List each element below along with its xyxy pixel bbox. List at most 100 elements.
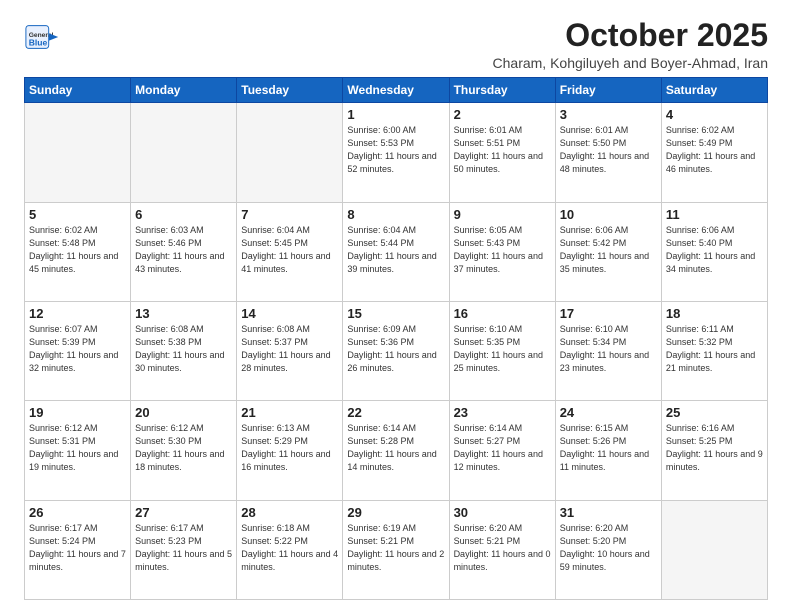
header-tuesday: Tuesday bbox=[237, 78, 343, 103]
table-row: 9 Sunrise: 6:05 AM Sunset: 5:43 PM Daylig… bbox=[449, 202, 555, 301]
table-row: 19Sunrise: 6:12 AM Sunset: 5:31 PM Dayli… bbox=[25, 401, 131, 500]
table-row: 3 Sunrise: 6:01 AM Sunset: 5:50 PM Daylig… bbox=[555, 103, 661, 202]
table-row: 27 Sunrise: 6:17 AM Sunset: 5:23 PM Dayli… bbox=[131, 500, 237, 599]
day-info: Sunrise: 6:01 AM Sunset: 5:50 PM Dayligh… bbox=[560, 124, 657, 176]
day-number: 21 bbox=[241, 405, 338, 420]
table-row: 5 Sunrise: 6:02 AM Sunset: 5:48 PM Daylig… bbox=[25, 202, 131, 301]
day-info: Sunrise: 6:07 AM Sunset: 5:39 PM Dayligh… bbox=[29, 323, 126, 375]
page: General Blue October 2025 Charam, Kohgil… bbox=[0, 0, 792, 612]
table-row bbox=[25, 103, 131, 202]
table-row: 29Sunrise: 6:19 AM Sunset: 5:21 PM Dayli… bbox=[343, 500, 449, 599]
day-number: 4 bbox=[666, 107, 763, 122]
table-row: 26 Sunrise: 6:17 AM Sunset: 5:24 PM Dayli… bbox=[25, 500, 131, 599]
day-number: 15 bbox=[347, 306, 444, 321]
day-info: Sunrise: 6:14 AM Sunset: 5:27 PM Dayligh… bbox=[454, 422, 551, 474]
table-row: 30Sunrise: 6:20 AM Sunset: 5:21 PM Dayli… bbox=[449, 500, 555, 599]
day-number: 27 bbox=[135, 505, 232, 520]
day-info: Sunrise: 6:08 AM Sunset: 5:38 PM Dayligh… bbox=[135, 323, 232, 375]
table-row: 21Sunrise: 6:13 AM Sunset: 5:29 PM Dayli… bbox=[237, 401, 343, 500]
day-info: Sunrise: 6:02 AM Sunset: 5:48 PM Dayligh… bbox=[29, 224, 126, 276]
calendar-table: Sunday Monday Tuesday Wednesday Thursday… bbox=[24, 77, 768, 600]
day-info: Sunrise: 6:19 AM Sunset: 5:21 PM Dayligh… bbox=[347, 522, 444, 574]
day-number: 2 bbox=[454, 107, 551, 122]
calendar-week-row: 19Sunrise: 6:12 AM Sunset: 5:31 PM Dayli… bbox=[25, 401, 768, 500]
svg-text:Blue: Blue bbox=[29, 38, 48, 48]
table-row bbox=[237, 103, 343, 202]
day-info: Sunrise: 6:16 AM Sunset: 5:25 PM Dayligh… bbox=[666, 422, 763, 474]
day-info: Sunrise: 6:10 AM Sunset: 5:34 PM Dayligh… bbox=[560, 323, 657, 375]
table-row: 12 Sunrise: 6:07 AM Sunset: 5:39 PM Dayli… bbox=[25, 301, 131, 400]
day-number: 20 bbox=[135, 405, 232, 420]
day-number: 9 bbox=[454, 207, 551, 222]
day-number: 24 bbox=[560, 405, 657, 420]
day-info: Sunrise: 6:20 AM Sunset: 5:20 PM Dayligh… bbox=[560, 522, 657, 574]
day-info: Sunrise: 6:11 AM Sunset: 5:32 PM Dayligh… bbox=[666, 323, 763, 375]
table-row: 13 Sunrise: 6:08 AM Sunset: 5:38 PM Dayli… bbox=[131, 301, 237, 400]
day-number: 5 bbox=[29, 207, 126, 222]
day-info: Sunrise: 6:17 AM Sunset: 5:24 PM Dayligh… bbox=[29, 522, 126, 574]
day-info: Sunrise: 6:12 AM Sunset: 5:30 PM Dayligh… bbox=[135, 422, 232, 474]
day-number: 31 bbox=[560, 505, 657, 520]
calendar-week-row: 12 Sunrise: 6:07 AM Sunset: 5:39 PM Dayli… bbox=[25, 301, 768, 400]
day-info: Sunrise: 6:02 AM Sunset: 5:49 PM Dayligh… bbox=[666, 124, 763, 176]
table-row: 14 Sunrise: 6:08 AM Sunset: 5:37 PM Dayli… bbox=[237, 301, 343, 400]
location-title: Charam, Kohgiluyeh and Boyer-Ahmad, Iran bbox=[493, 55, 768, 71]
header-monday: Monday bbox=[131, 78, 237, 103]
day-info: Sunrise: 6:17 AM Sunset: 5:23 PM Dayligh… bbox=[135, 522, 232, 574]
header-thursday: Thursday bbox=[449, 78, 555, 103]
day-number: 25 bbox=[666, 405, 763, 420]
day-number: 22 bbox=[347, 405, 444, 420]
day-info: Sunrise: 6:01 AM Sunset: 5:51 PM Dayligh… bbox=[454, 124, 551, 176]
calendar-header-row: Sunday Monday Tuesday Wednesday Thursday… bbox=[25, 78, 768, 103]
day-info: Sunrise: 6:18 AM Sunset: 5:22 PM Dayligh… bbox=[241, 522, 338, 574]
calendar-week-row: 1 Sunrise: 6:00 AM Sunset: 5:53 PM Daylig… bbox=[25, 103, 768, 202]
day-number: 13 bbox=[135, 306, 232, 321]
header-saturday: Saturday bbox=[661, 78, 767, 103]
day-number: 1 bbox=[347, 107, 444, 122]
table-row bbox=[131, 103, 237, 202]
table-row: 16Sunrise: 6:10 AM Sunset: 5:35 PM Dayli… bbox=[449, 301, 555, 400]
day-info: Sunrise: 6:09 AM Sunset: 5:36 PM Dayligh… bbox=[347, 323, 444, 375]
day-number: 18 bbox=[666, 306, 763, 321]
table-row: 17 Sunrise: 6:10 AM Sunset: 5:34 PM Dayli… bbox=[555, 301, 661, 400]
day-info: Sunrise: 6:05 AM Sunset: 5:43 PM Dayligh… bbox=[454, 224, 551, 276]
table-row: 24 Sunrise: 6:15 AM Sunset: 5:26 PM Dayli… bbox=[555, 401, 661, 500]
day-info: Sunrise: 6:10 AM Sunset: 5:35 PM Dayligh… bbox=[454, 323, 551, 375]
day-number: 11 bbox=[666, 207, 763, 222]
logo-icon: General Blue bbox=[24, 18, 62, 56]
table-row: 11Sunrise: 6:06 AM Sunset: 5:40 PM Dayli… bbox=[661, 202, 767, 301]
table-row: 8 Sunrise: 6:04 AM Sunset: 5:44 PM Daylig… bbox=[343, 202, 449, 301]
day-info: Sunrise: 6:15 AM Sunset: 5:26 PM Dayligh… bbox=[560, 422, 657, 474]
day-number: 30 bbox=[454, 505, 551, 520]
day-info: Sunrise: 6:03 AM Sunset: 5:46 PM Dayligh… bbox=[135, 224, 232, 276]
table-row: 23 Sunrise: 6:14 AM Sunset: 5:27 PM Dayli… bbox=[449, 401, 555, 500]
table-row: 31 Sunrise: 6:20 AM Sunset: 5:20 PM Dayli… bbox=[555, 500, 661, 599]
day-info: Sunrise: 6:08 AM Sunset: 5:37 PM Dayligh… bbox=[241, 323, 338, 375]
table-row: 7Sunrise: 6:04 AM Sunset: 5:45 PM Daylig… bbox=[237, 202, 343, 301]
day-info: Sunrise: 6:14 AM Sunset: 5:28 PM Dayligh… bbox=[347, 422, 444, 474]
logo: General Blue bbox=[24, 18, 62, 56]
day-number: 26 bbox=[29, 505, 126, 520]
header: General Blue October 2025 Charam, Kohgil… bbox=[24, 18, 768, 71]
table-row: 1 Sunrise: 6:00 AM Sunset: 5:53 PM Daylig… bbox=[343, 103, 449, 202]
table-row: 4 Sunrise: 6:02 AM Sunset: 5:49 PM Daylig… bbox=[661, 103, 767, 202]
day-number: 17 bbox=[560, 306, 657, 321]
table-row: 10Sunrise: 6:06 AM Sunset: 5:42 PM Dayli… bbox=[555, 202, 661, 301]
day-number: 23 bbox=[454, 405, 551, 420]
table-row: 25 Sunrise: 6:16 AM Sunset: 5:25 PM Dayli… bbox=[661, 401, 767, 500]
month-title: October 2025 bbox=[493, 18, 768, 53]
header-wednesday: Wednesday bbox=[343, 78, 449, 103]
day-info: Sunrise: 6:00 AM Sunset: 5:53 PM Dayligh… bbox=[347, 124, 444, 176]
header-friday: Friday bbox=[555, 78, 661, 103]
day-info: Sunrise: 6:06 AM Sunset: 5:42 PM Dayligh… bbox=[560, 224, 657, 276]
day-info: Sunrise: 6:04 AM Sunset: 5:44 PM Dayligh… bbox=[347, 224, 444, 276]
table-row: 15 Sunrise: 6:09 AM Sunset: 5:36 PM Dayli… bbox=[343, 301, 449, 400]
day-number: 8 bbox=[347, 207, 444, 222]
table-row bbox=[661, 500, 767, 599]
calendar-week-row: 5 Sunrise: 6:02 AM Sunset: 5:48 PM Daylig… bbox=[25, 202, 768, 301]
day-number: 12 bbox=[29, 306, 126, 321]
day-number: 14 bbox=[241, 306, 338, 321]
day-number: 3 bbox=[560, 107, 657, 122]
day-number: 19 bbox=[29, 405, 126, 420]
title-block: October 2025 Charam, Kohgiluyeh and Boye… bbox=[493, 18, 768, 71]
